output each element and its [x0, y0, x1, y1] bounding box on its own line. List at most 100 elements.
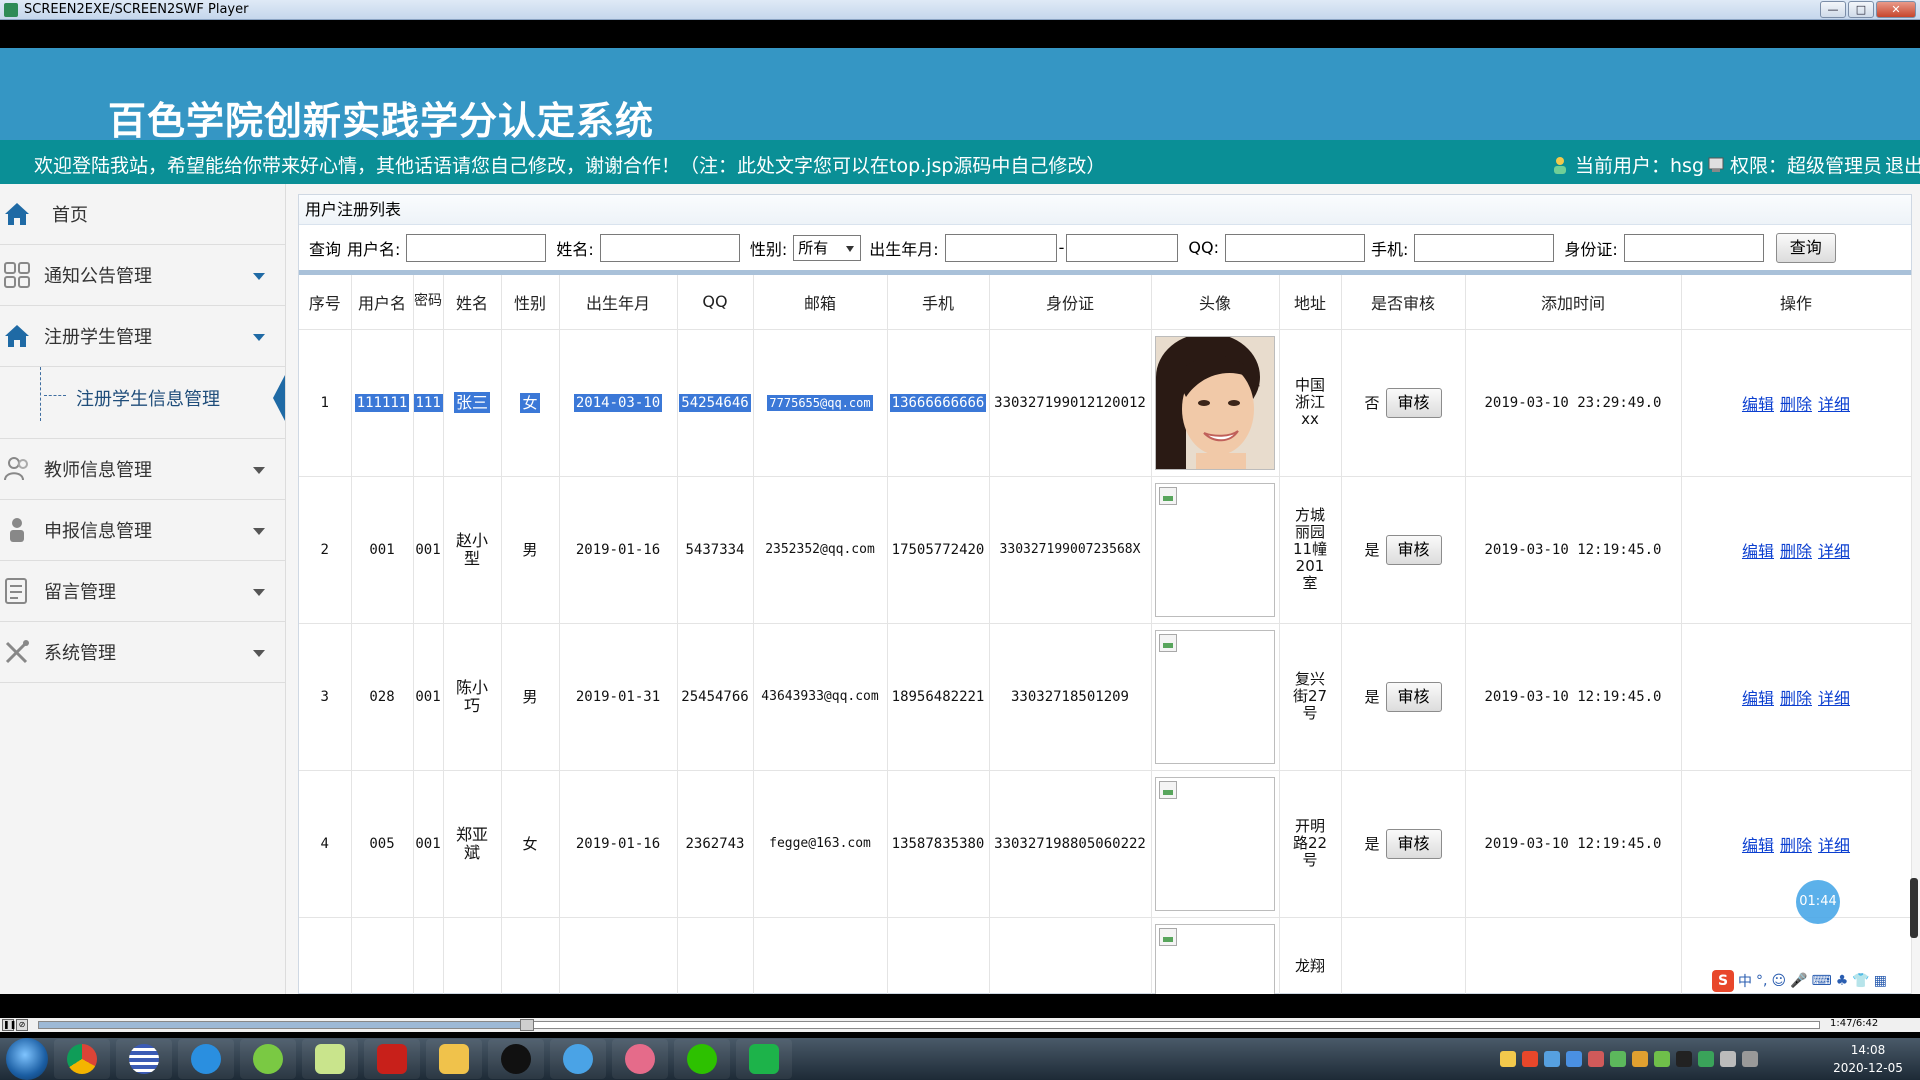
cell-idcard: 33032718501209 [989, 623, 1152, 771]
chevron-down-icon [253, 273, 265, 280]
tray-icon[interactable] [1588, 1051, 1604, 1067]
sidebar-item-system[interactable]: 系统管理 [0, 622, 285, 683]
sidebar-item-declaration[interactable]: 申报信息管理 [0, 500, 285, 561]
tray-icon[interactable] [1698, 1051, 1714, 1067]
ime-punct-icon[interactable]: °, [1756, 973, 1767, 989]
minimize-button[interactable]: — [1820, 1, 1846, 18]
detail-link[interactable]: 详细 [1818, 542, 1850, 561]
cell-qq: 2362743 [677, 770, 754, 918]
taskbar-qq[interactable] [488, 1039, 544, 1079]
tray-icon[interactable] [1654, 1051, 1670, 1067]
ime-voice-icon[interactable]: 🎤 [1790, 973, 1807, 989]
taskbar-player[interactable] [736, 1039, 792, 1079]
form-icon [5, 578, 27, 604]
taskbar-chrome[interactable] [54, 1039, 110, 1079]
search-button[interactable]: 查询 [1775, 232, 1836, 263]
idcard-input[interactable] [1623, 233, 1764, 262]
start-button[interactable] [6, 1038, 48, 1080]
delete-link[interactable]: 删除 [1780, 395, 1812, 414]
sidebar-item-notice[interactable]: 通知公告管理 [0, 245, 285, 306]
taskbar-flash[interactable] [364, 1039, 420, 1079]
username-input[interactable] [406, 233, 547, 262]
cell-birth: 2019-01-16 [559, 770, 678, 918]
tray-icon[interactable] [1632, 1051, 1648, 1067]
cell-avatar [1151, 917, 1280, 994]
ime-toolbar: S 中 °, ☺ 🎤 ⌨ ♣ 👕 ▦ [1712, 970, 1887, 992]
taskbar-clock[interactable]: 14:08 2020-12-05 [1820, 1041, 1916, 1077]
seek-bar[interactable] [38, 1019, 1820, 1031]
qq-input[interactable] [1225, 233, 1365, 262]
sidebar-subitem-student-info[interactable]: 注册学生信息管理 [0, 367, 285, 439]
cell-name: 陈小巧 [443, 623, 502, 771]
detail-link[interactable]: 详细 [1818, 689, 1850, 708]
ime-mode-icon[interactable]: 中 [1738, 971, 1752, 991]
scroll-handle[interactable] [1910, 878, 1918, 938]
delete-link[interactable]: 删除 [1780, 542, 1812, 561]
tray-icon[interactable] [1544, 1051, 1560, 1067]
lines-icon [129, 1044, 159, 1074]
person-icon [10, 518, 24, 542]
ime-keyboard-icon[interactable]: ⌨ [1812, 973, 1832, 989]
sidebar-item-home[interactable]: 首页 [0, 184, 285, 245]
taskbar-app-10[interactable] [612, 1039, 668, 1079]
delete-link[interactable]: 删除 [1780, 689, 1812, 708]
taskbar-browser[interactable] [178, 1039, 234, 1079]
phone-input[interactable] [1414, 233, 1555, 262]
pause-icon[interactable]: ❚❚ [2, 1019, 16, 1031]
stop-icon[interactable]: ⊘ [16, 1019, 28, 1031]
ime-emoji-icon[interactable]: ☺ [1771, 973, 1786, 989]
penguin-icon [501, 1044, 531, 1074]
tray-icon[interactable] [1566, 1051, 1582, 1067]
selected-text: 张三 [453, 391, 490, 413]
column-header: 是否审核 [1341, 275, 1466, 330]
gender-select[interactable]: 所有 [793, 234, 862, 261]
site-header: 百色学院创新实践学分认定系统 [0, 48, 1920, 143]
volume-icon[interactable] [1720, 1051, 1736, 1067]
edit-link[interactable]: 编辑 [1742, 836, 1774, 855]
taskbar-wechat[interactable] [674, 1039, 730, 1079]
cell-added-time [1465, 917, 1682, 994]
tray-icon[interactable] [1610, 1051, 1626, 1067]
network-icon[interactable] [1742, 1051, 1758, 1067]
cell-password: 001 [413, 623, 444, 771]
edit-link[interactable]: 编辑 [1742, 395, 1774, 414]
tray-icon[interactable] [1500, 1051, 1516, 1067]
column-header: 出生年月 [559, 275, 678, 330]
sidebar-item-students[interactable]: 注册学生管理 [0, 306, 285, 367]
ime-menu-icon[interactable]: ▦ [1874, 973, 1887, 989]
birth-end-input[interactable] [1066, 233, 1179, 262]
audit-button[interactable]: 审核 [1385, 387, 1442, 418]
ime-skin-icon[interactable]: 👕 [1852, 973, 1869, 989]
cell-operations: 编辑 删除 详细 [1681, 623, 1912, 771]
maximize-button[interactable]: □ [1848, 1, 1874, 18]
name-input[interactable] [599, 233, 740, 262]
detail-link[interactable]: 详细 [1818, 395, 1850, 414]
close-button[interactable]: ✕ [1876, 1, 1916, 18]
taskbar-editor[interactable] [302, 1039, 358, 1079]
tray-icon[interactable] [1522, 1051, 1538, 1067]
detail-link[interactable]: 详细 [1818, 836, 1850, 855]
taskbar-explorer[interactable] [426, 1039, 482, 1079]
taskbar-app-2[interactable] [116, 1039, 172, 1079]
table-row: 1 111111 111 张三 女 2014-03-10 54254646 77… [299, 329, 1912, 477]
taskbar-app-4[interactable] [240, 1039, 296, 1079]
sidebar-item-teachers[interactable]: 教师信息管理 [0, 439, 285, 500]
recording-timer-bubble[interactable]: 01:44 [1796, 880, 1840, 924]
edit-link[interactable]: 编辑 [1742, 689, 1774, 708]
cell-avatar [1151, 329, 1280, 477]
audit-status: 是 [1364, 687, 1380, 706]
sidebar-item-messages[interactable]: 留言管理 [0, 561, 285, 622]
logout-link[interactable]: 退出 [1885, 151, 1920, 178]
seek-progress [39, 1022, 520, 1028]
audit-button[interactable]: 审核 [1385, 828, 1442, 859]
active-marker [273, 375, 285, 421]
edit-link[interactable]: 编辑 [1742, 542, 1774, 561]
audit-button[interactable]: 审核 [1385, 681, 1442, 712]
taskbar-app-9[interactable] [550, 1039, 606, 1079]
seek-handle[interactable] [519, 1019, 534, 1031]
audit-button[interactable]: 审核 [1385, 534, 1442, 565]
birth-start-input[interactable] [944, 233, 1057, 262]
delete-link[interactable]: 删除 [1780, 836, 1812, 855]
ime-tools-icon[interactable]: ♣ [1836, 973, 1849, 989]
tray-icon[interactable] [1676, 1051, 1692, 1067]
